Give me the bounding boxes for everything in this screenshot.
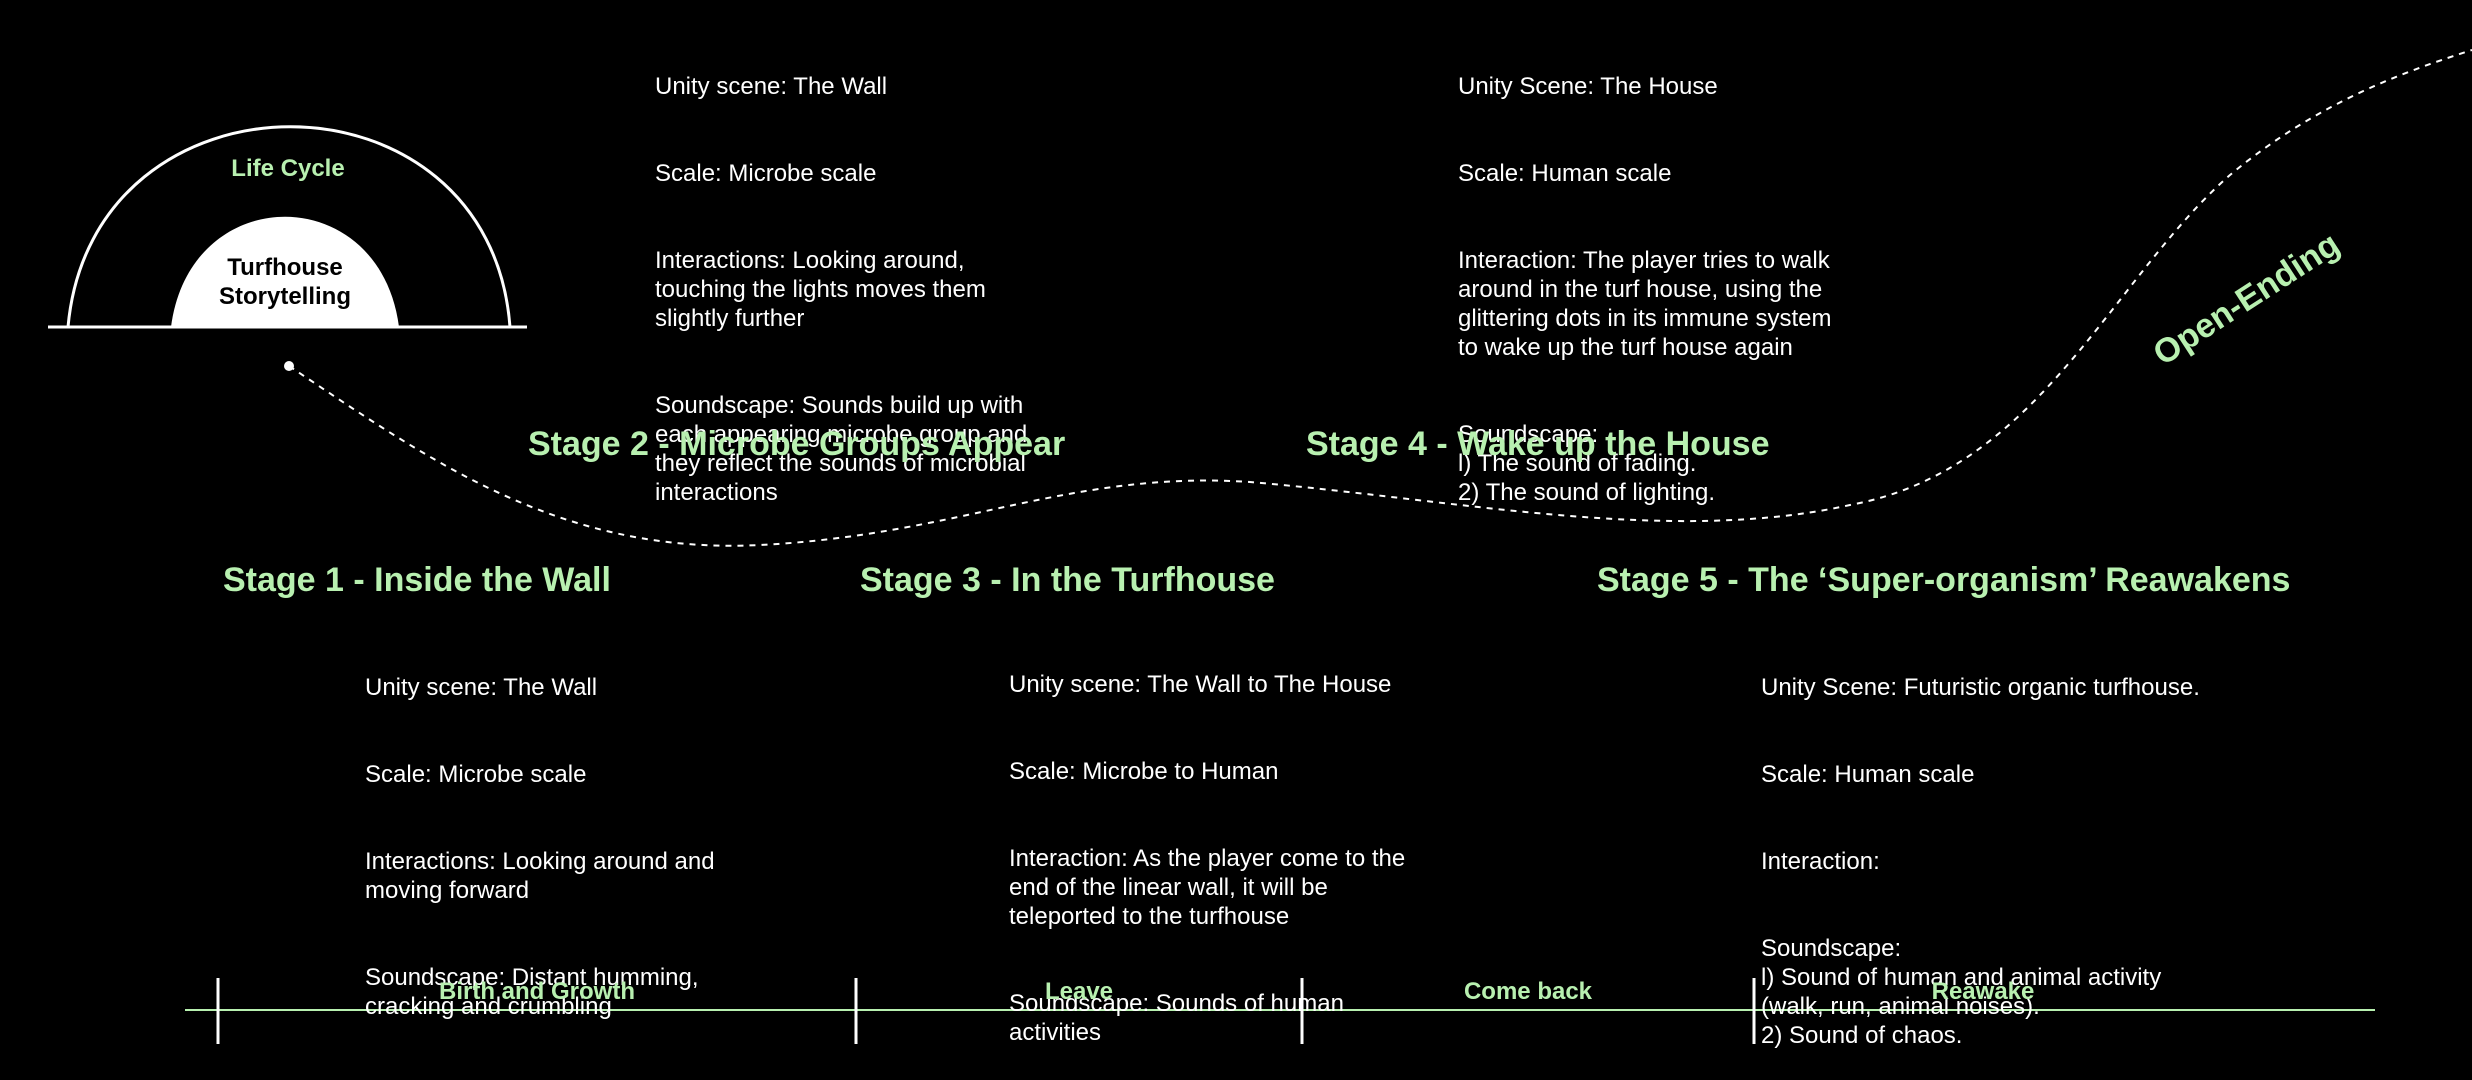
phase-birth-and-growth: Birth and Growth [439,978,635,1005]
stage-1-scene: Unity scene: The Wall [365,674,598,701]
stage-1-scale: Scale: Microbe scale [365,761,587,788]
stage-2-interaction: Interactions: Looking around, touching t… [655,247,986,332]
stage-5-details: Unity Scene: Futuristic organic turfhous… [1761,644,2281,1079]
stage-3-scene: Unity scene: The Wall to The House [1009,671,1392,698]
turfhouse-storytelling-label: Turfhouse Storytelling [218,254,351,310]
stage-5-scene: Unity Scene: Futuristic organic turfhous… [1761,674,2200,701]
journey-path [288,49,2472,547]
stage-5-scale: Scale: Human scale [1761,761,1975,788]
stage-2-scene: Unity scene: The Wall [655,73,888,100]
life-cycle-diagram: Life Cycle Turfhouse Storytelling Open-E… [0,0,2472,1080]
stage-4-title: Stage 4 - Wake up the House [1306,425,1770,463]
stage-5-interaction: Interaction: [1761,848,1880,875]
stage-2-scale: Scale: Microbe scale [655,160,877,187]
stage-3-title: Stage 3 - In the Turfhouse [860,561,1275,599]
phase-reawake: Reawake [1931,978,2035,1005]
stage-4-scene: Unity Scene: The House [1458,73,1718,100]
stage-4-interaction: Interaction: The player tries to walk ar… [1458,247,1832,361]
life-cycle-label: Life Cycle [231,155,345,182]
stage-4-scale: Scale: Human scale [1458,160,1672,187]
stage-1-interaction: Interactions: Looking around and moving … [365,848,715,904]
stage-1-title: Stage 1 - Inside the Wall [223,561,611,599]
phase-leave: Leave [1044,978,1114,1005]
phase-come-back: Come back [1463,978,1593,1005]
stage-5-title: Stage 5 - The ‘Super-organism’ Reawakens [1597,561,2291,599]
stage-3-details: Unity scene: The Wall to The House Scale… [1009,641,1509,1076]
stage-3-scale: Scale: Microbe to Human [1009,758,1279,785]
stage-2-title: Stage 2 - Microbe Groups Appear [528,425,1066,463]
stage-3-interaction: Interaction: As the player come to the e… [1009,845,1406,930]
